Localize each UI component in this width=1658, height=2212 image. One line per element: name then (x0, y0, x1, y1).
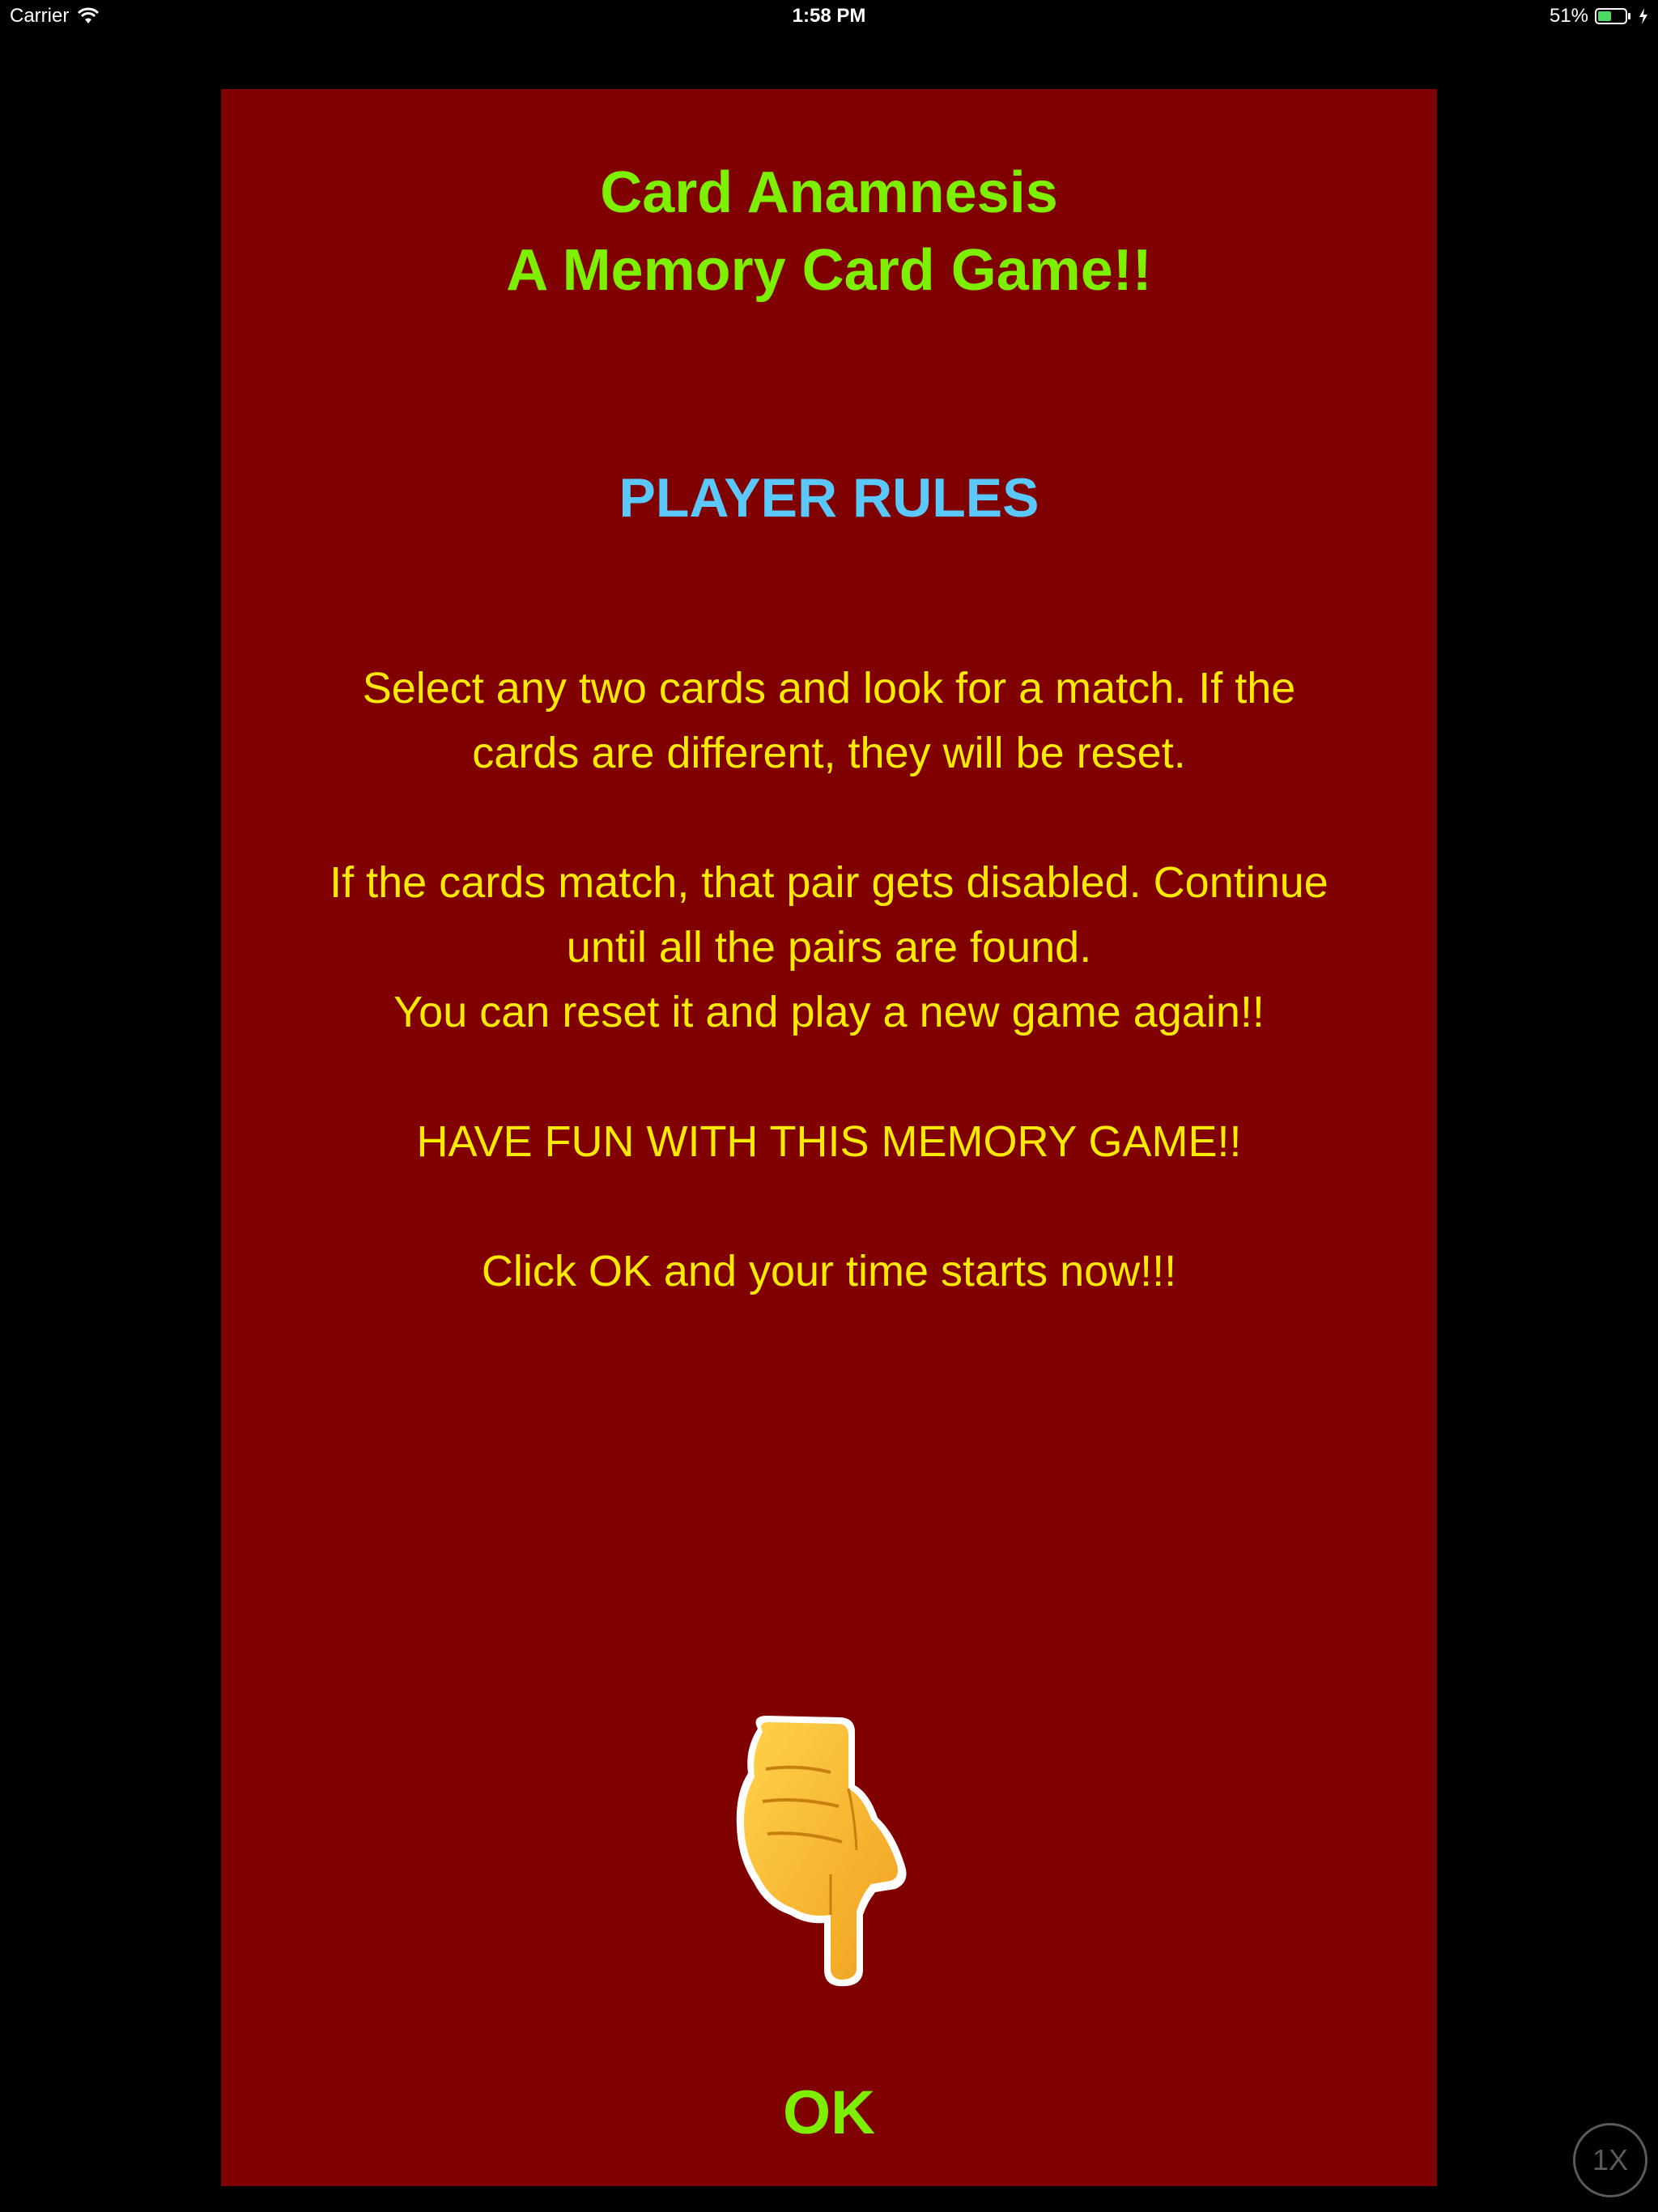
rules-heading: PLAYER RULES (619, 467, 1039, 529)
rules-panel: Card Anamnesis A Memory Card Game!! PLAY… (221, 89, 1437, 2186)
charging-bolt-icon (1639, 7, 1648, 25)
battery-percent: 51% (1549, 5, 1588, 27)
rules-spacer (237, 785, 1421, 850)
title-line-2: A Memory Card Game!! (506, 238, 1152, 303)
status-time: 1:58 PM (792, 5, 866, 27)
zoom-badge[interactable]: 1X (1573, 2123, 1647, 2197)
rules-body: Select any two cards and look for a matc… (237, 656, 1421, 1304)
rules-spacer (237, 1174, 1421, 1239)
rules-p3: HAVE FUN WITH THIS MEMORY GAME!! (416, 1117, 1242, 1166)
rules-p2-line3: You can reset it and play a new game aga… (393, 988, 1265, 1036)
rules-p2-line2: until all the pairs are found. (566, 923, 1092, 972)
status-bar: Carrier 1:58 PM 51% (0, 0, 1658, 32)
pointing-down-hand-icon (733, 1712, 920, 1988)
rules-p2-line1: If the cards match, that pair gets disab… (329, 858, 1329, 907)
rules-spacer (237, 1044, 1421, 1109)
rules-p1-line2: cards are different, they will be reset. (472, 729, 1186, 777)
rules-p4: Click OK and your time starts now!!! (481, 1247, 1177, 1295)
battery-icon (1595, 7, 1632, 25)
status-right: 51% (1550, 5, 1648, 28)
title-line-1: Card Anamnesis (600, 160, 1058, 225)
ok-button[interactable]: OK (221, 2073, 1437, 2154)
rules-p1-line1: Select any two cards and look for a matc… (362, 664, 1296, 713)
game-title: Card Anamnesis A Memory Card Game!! (221, 154, 1437, 309)
